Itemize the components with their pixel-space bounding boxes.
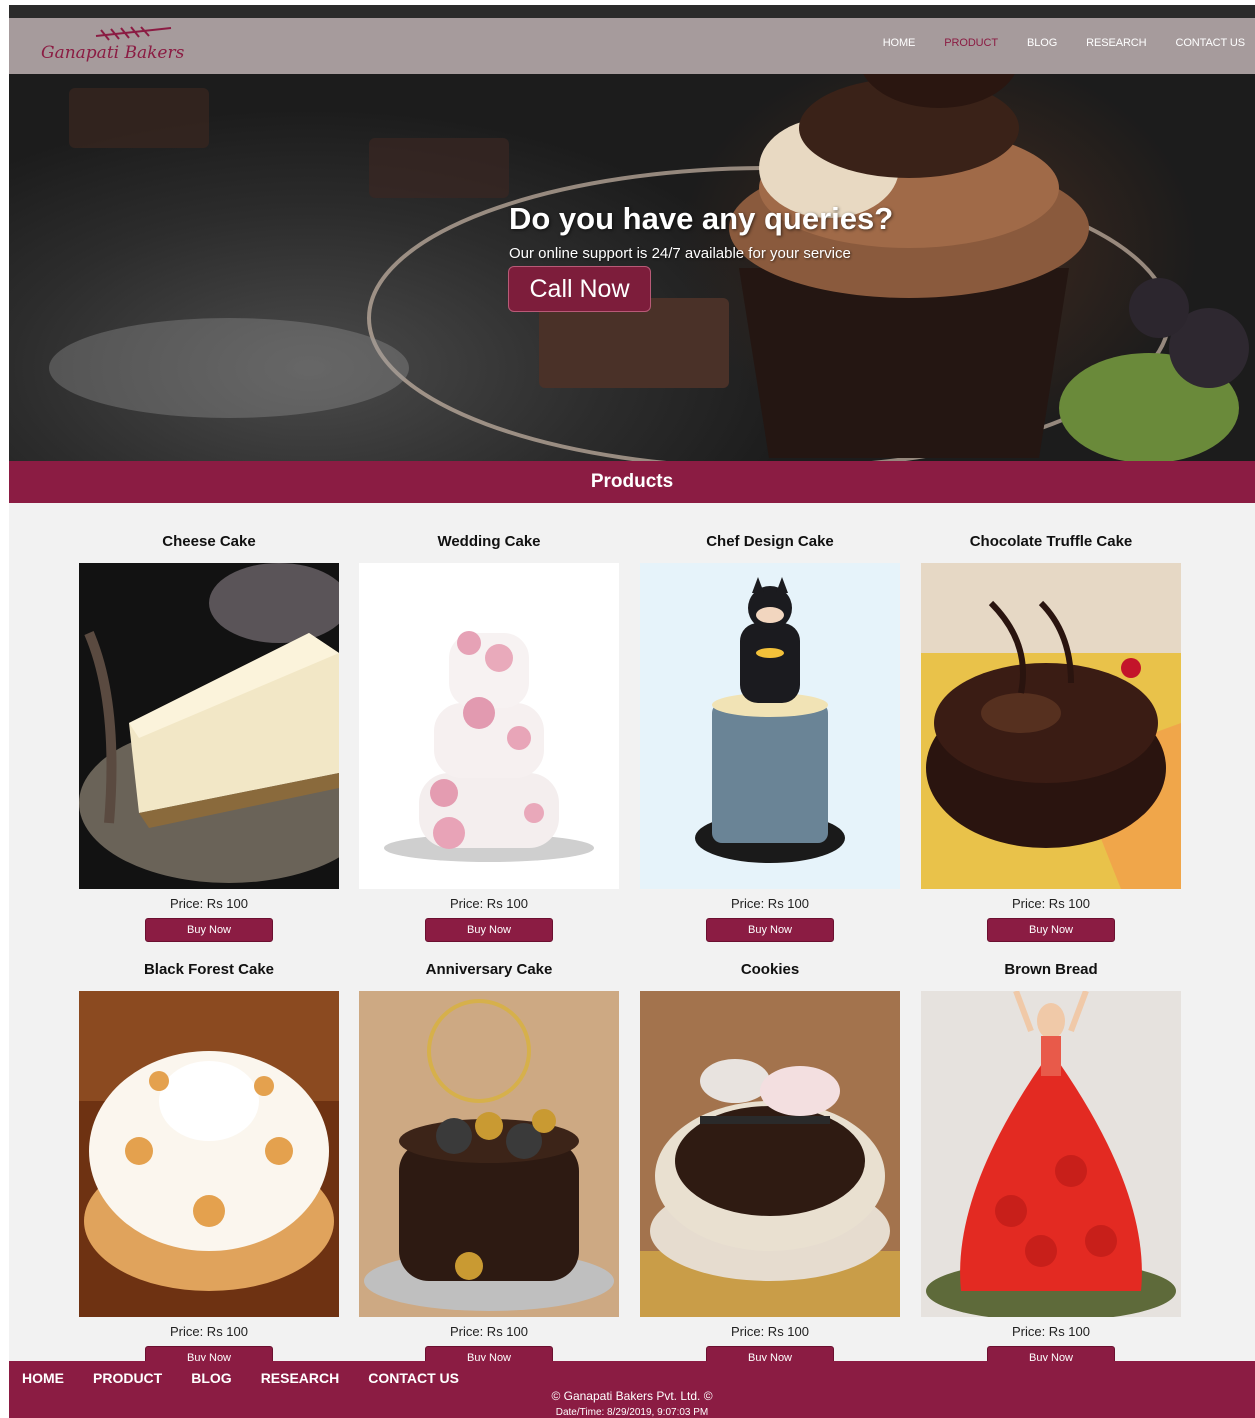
nav-blog[interactable]: BLOG	[1027, 37, 1057, 49]
product-image[interactable]	[921, 991, 1181, 1317]
product-card: Wedding Cake Price: Rs 100 Buy Now	[359, 532, 619, 942]
product-name: Black Forest Cake	[143, 961, 275, 978]
footer-research-link[interactable]: RESEARCH	[261, 1370, 340, 1386]
buy-now-button[interactable]: Buy Now	[987, 918, 1115, 942]
hero-title: Do you have any queries?	[509, 201, 894, 236]
products-grid: Cheese Cake Price: Rs 100 Buy Now Weddin…	[9, 503, 1255, 1370]
product-image[interactable]	[359, 563, 619, 889]
buy-now-button[interactable]: Buy Now	[425, 918, 553, 942]
hero-image	[49, 18, 1249, 461]
footer-nav: HOME PRODUCT BLOG RESEARCH CONTACT US	[22, 1370, 488, 1386]
product-card: Black Forest Cake Price: Rs 100 Buy Now	[79, 960, 339, 1370]
product-price: Price: Rs 100	[730, 1324, 810, 1339]
hero-banner: Do you have any queries? Our online supp…	[9, 18, 1255, 461]
product-name: Cheese Cake	[162, 533, 256, 550]
product-card: Cheese Cake Price: Rs 100 Buy Now	[79, 532, 339, 942]
buy-now-button[interactable]: Buy Now	[706, 918, 834, 942]
product-image[interactable]	[359, 991, 619, 1317]
copyright-text: © Ganapati Bakers Pvt. Ltd. ©	[551, 1389, 713, 1403]
product-price: Price: Rs 100	[1011, 896, 1091, 911]
product-image[interactable]	[921, 563, 1181, 889]
footer: HOME PRODUCT BLOG RESEARCH CONTACT US © …	[9, 1361, 1255, 1418]
call-now-button[interactable]: Call Now	[508, 266, 651, 312]
product-name: Wedding Cake	[437, 533, 541, 550]
product-name: Cookies	[740, 961, 800, 978]
product-image[interactable]	[640, 991, 900, 1317]
product-card: Chef Design Cake Price: Rs 100 Buy Now	[640, 532, 900, 942]
product-card: Chocolate Truffle Cake Price: Rs 100 Buy…	[921, 532, 1181, 942]
product-card: Anniversary Cake Price: Rs 100 Buy Now	[359, 960, 619, 1370]
product-price: Price: Rs 100	[449, 896, 529, 911]
products-heading: Products	[9, 461, 1255, 503]
nav-menu: HOME PRODUCT BLOG RESEARCH CONTACT US	[854, 37, 1245, 49]
top-strip	[9, 5, 1255, 18]
product-price: Price: Rs 100	[169, 896, 249, 911]
top-navbar: Ganapati Bakers HOME PRODUCT BLOG RESEAR…	[9, 18, 1255, 74]
footer-contact-us-link[interactable]: CONTACT US	[368, 1370, 459, 1386]
nav-home[interactable]: HOME	[883, 37, 916, 49]
product-name: Anniversary Cake	[425, 961, 553, 978]
footer-blog-link[interactable]: BLOG	[191, 1370, 231, 1386]
product-card: Cookies Price: Rs 100 Buy Now	[640, 960, 900, 1370]
product-price: Price: Rs 100	[1011, 1324, 1091, 1339]
footer-product-link[interactable]: PRODUCT	[93, 1370, 162, 1386]
product-name: Chocolate Truffle Cake	[969, 533, 1133, 550]
product-name: Chef Design Cake	[706, 533, 834, 550]
footer-home-link[interactable]: HOME	[22, 1370, 64, 1386]
product-price: Price: Rs 100	[169, 1324, 249, 1339]
product-name: Brown Bread	[1004, 961, 1098, 978]
product-price: Price: Rs 100	[730, 896, 810, 911]
brand-name[interactable]: Ganapati Bakers	[41, 43, 184, 63]
nav-research[interactable]: RESEARCH	[1086, 37, 1146, 49]
product-price: Price: Rs 100	[449, 1324, 529, 1339]
nav-product[interactable]: PRODUCT	[944, 37, 998, 49]
product-image[interactable]	[640, 563, 900, 889]
datetime-text: Date/Time: 8/29/2019, 9:07:03 PM	[555, 1407, 709, 1418]
product-image[interactable]	[79, 991, 339, 1317]
product-image[interactable]	[79, 563, 339, 889]
nav-contact-us[interactable]: CONTACT US	[1176, 37, 1246, 49]
buy-now-button[interactable]: Buy Now	[145, 918, 273, 942]
hero-subtitle: Our online support is 24/7 available for…	[509, 245, 851, 262]
product-card: Brown Bread Price: Rs 100 Buy Now	[921, 960, 1181, 1370]
